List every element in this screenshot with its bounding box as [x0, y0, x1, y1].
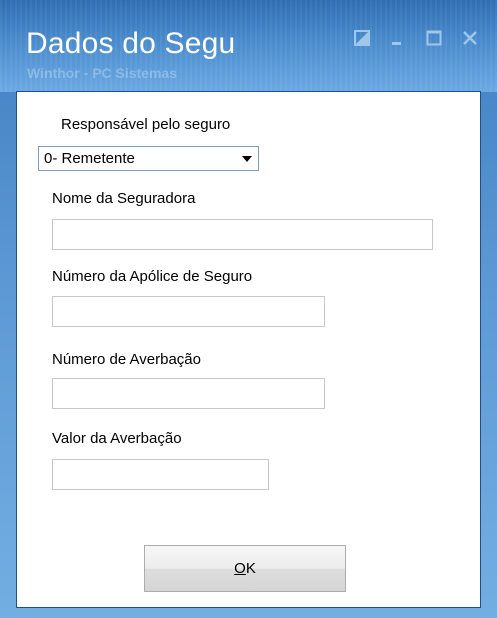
maximize-icon[interactable]	[425, 29, 443, 47]
averbacao-label: Número de Averbação	[52, 351, 201, 368]
minimize-icon[interactable]	[389, 29, 407, 47]
apolice-label: Número da Apólice de Seguro	[52, 268, 253, 285]
valor-label: Valor da Averbação	[52, 430, 182, 447]
valor-input[interactable]	[52, 459, 269, 490]
ok-mnemonic: O	[234, 560, 246, 577]
window-controls	[353, 29, 479, 47]
seguradora-input[interactable]	[52, 219, 433, 250]
restore-icon[interactable]	[353, 29, 371, 47]
seguradora-label: Nome da Seguradora	[52, 190, 196, 207]
ok-label-rest: K	[245, 560, 256, 577]
apolice-input[interactable]	[52, 296, 325, 327]
chevron-down-icon[interactable]	[236, 148, 257, 169]
dialog-window: Dados do Segu Winthor - PC Sistemas Resp…	[0, 0, 497, 618]
ok-button[interactable]: OK	[144, 545, 346, 592]
responsavel-select[interactable]: 0- Remetente	[38, 146, 259, 171]
title-bar[interactable]: Dados do Segu Winthor - PC Sistemas	[0, 0, 497, 92]
ok-button-label: OK	[234, 560, 256, 577]
responsavel-label: Responsável pelo seguro	[61, 116, 231, 133]
responsavel-select-value: 0- Remetente	[44, 150, 135, 167]
window-title: Dados do Segu	[26, 27, 236, 60]
close-icon[interactable]	[461, 29, 479, 47]
window-subtitle: Winthor - PC Sistemas	[27, 65, 178, 81]
averbacao-input[interactable]	[52, 378, 325, 409]
